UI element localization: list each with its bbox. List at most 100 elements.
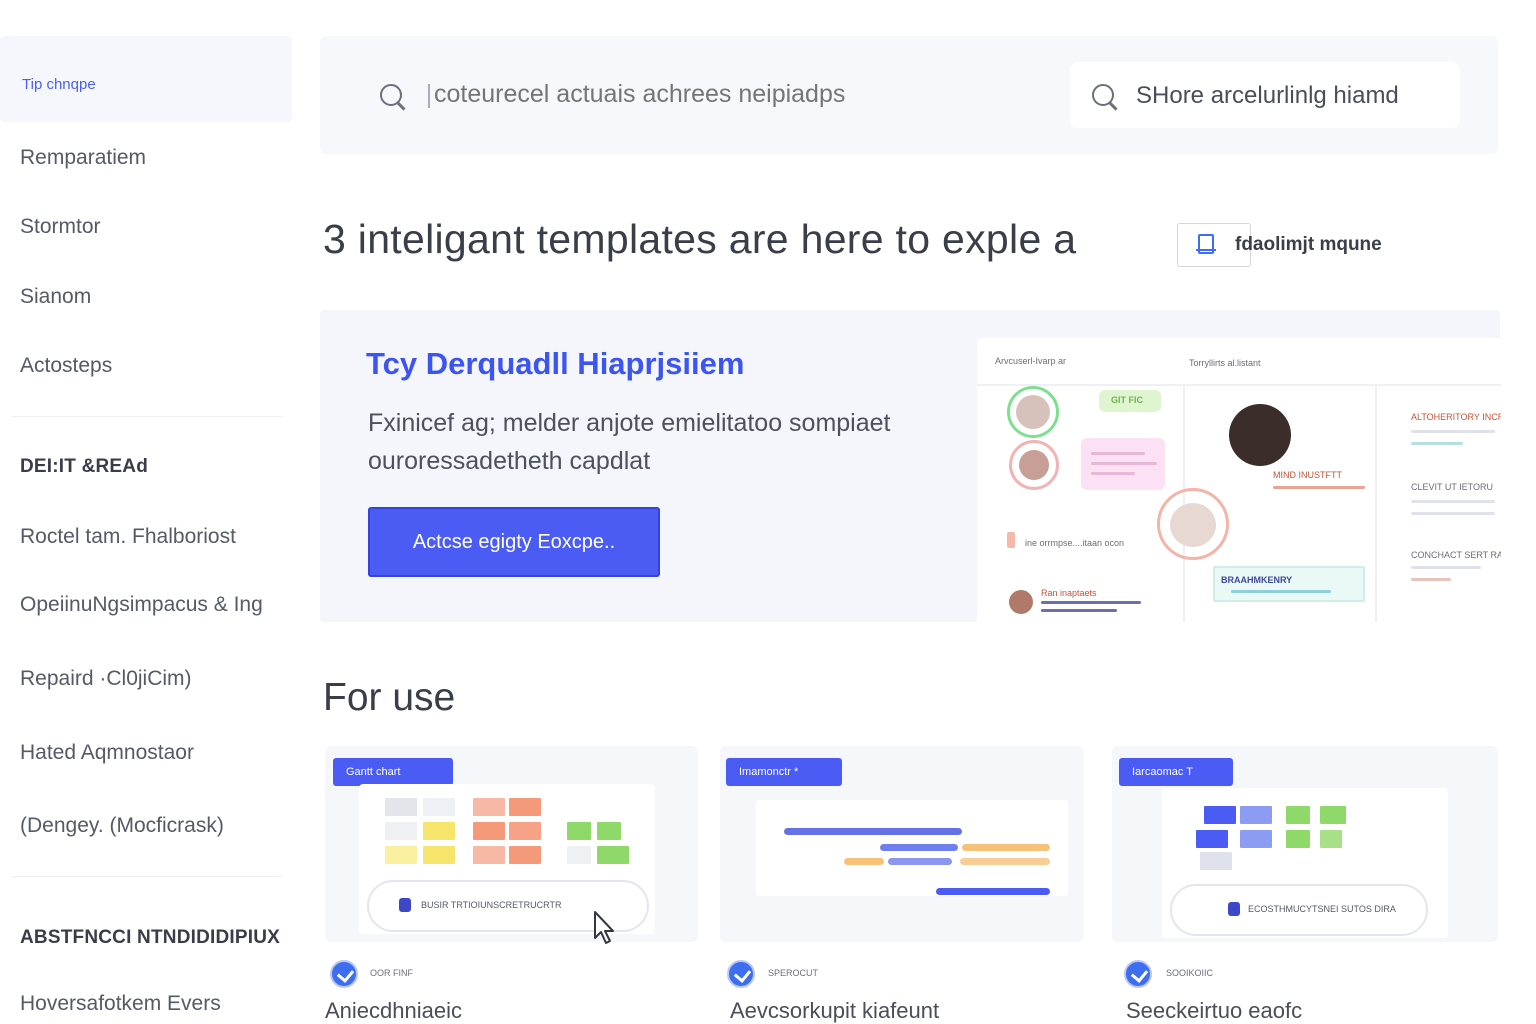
card-pill-text: ECOSTHMUCYTSNEI SUTOS DIRA <box>1248 904 1396 914</box>
hero-cta-button[interactable]: Actcse egigty Eoxcpe.. <box>368 507 660 577</box>
hero-description: Fxinicef ag; melder anjote emielitatoo s… <box>368 409 891 475</box>
pill-icon <box>399 898 411 912</box>
text-line <box>1411 500 1495 503</box>
grid-cell <box>597 846 629 864</box>
grid-cell <box>1286 830 1310 848</box>
sidebar-item[interactable]: Sianom <box>20 285 91 309</box>
verified-icon <box>1124 960 1152 988</box>
text-line <box>1273 486 1365 489</box>
sidebar-item[interactable]: Hated Aqmnostaor <box>20 741 194 765</box>
right-column-heading: CLEVIT UT IETORU <box>1411 482 1494 492</box>
text-line <box>1231 590 1331 593</box>
sidebar-item[interactable]: Stormtor <box>20 215 101 239</box>
text-line <box>1411 430 1495 433</box>
grid-cell <box>473 822 505 840</box>
verified-icon <box>727 960 755 988</box>
status-badge: GIT FIC <box>1099 390 1161 412</box>
avatar <box>1016 395 1050 429</box>
grid-cell <box>567 846 591 864</box>
grid-cell <box>385 798 417 816</box>
sidebar-item-active[interactable]: Tip chnqpe <box>0 36 292 122</box>
text-line <box>1411 512 1495 515</box>
secondary-search[interactable]: SHore arcelurlinlg hiamd <box>1070 62 1460 128</box>
grid-cell <box>509 822 541 840</box>
avatar <box>1019 450 1049 480</box>
sidebar-item[interactable]: Remparatiem <box>20 146 146 170</box>
sidebar-divider <box>12 416 282 417</box>
template-card[interactable]: Gantt chart BUSIR TRTIOIUNSCRETRUCRTR <box>325 746 698 942</box>
sidebar-divider <box>12 876 282 877</box>
sidebar-item[interactable]: Repaird ·Cl0jiCim) <box>20 667 192 691</box>
secondary-search-label: SHore arcelurlinlg hiamd <box>1136 82 1399 109</box>
headline-action-label: fdaolimjt mqune <box>1235 234 1382 255</box>
grid-cell <box>509 798 541 816</box>
page-headline: 3 inteligant templates are here to exple… <box>323 216 1077 262</box>
avatar <box>1170 503 1216 547</box>
card-title[interactable]: Seeckeirtuo eaofc <box>1126 998 1302 1024</box>
sidebar: Tip chnqpe Remparatiem Stormtor Sianom A… <box>0 0 300 1024</box>
sidebar-item[interactable]: Roctel tam. Fhalboriost <box>20 525 236 549</box>
card-search-pill: ECOSTHMUCYTSNEI SUTOS DIRA <box>1170 884 1428 936</box>
marker-icon <box>1007 532 1015 548</box>
chat-line: ine orrmpse....itaan ocon <box>1025 538 1125 548</box>
grid-cell <box>1320 830 1342 848</box>
card-title[interactable]: Aniecdhniaeic <box>325 998 462 1024</box>
sidebar-item[interactable]: OpeiinuNgsimpacus & Ing <box>20 593 263 617</box>
preview-divider <box>977 384 1501 386</box>
sidebar-item[interactable]: Hoversafotkem Evers <box>20 992 221 1016</box>
preview-header-left: Arvcuserl-Ivarp ar <box>995 356 1067 366</box>
grid-cell <box>1240 830 1272 848</box>
grid-cell <box>1196 830 1228 848</box>
avatar <box>1009 590 1033 614</box>
grid-cell <box>1200 852 1232 870</box>
timeline-bar <box>962 844 1050 851</box>
text-line <box>1091 472 1135 475</box>
preview-caption: MIND INUSTFTT <box>1273 470 1342 480</box>
grid-cell <box>385 846 417 864</box>
card-tag: Imamonctr * <box>726 758 842 786</box>
status-badge-label: GIT FIC <box>1111 395 1143 405</box>
template-card[interactable]: Iarcaomac T ECOSTHMUCYTSNEI SUTOS DIRA <box>1112 746 1498 942</box>
search-icon <box>380 84 402 106</box>
grid-cell <box>473 798 505 816</box>
card-meta: SOOIKOIIC <box>1166 968 1214 978</box>
headline-action[interactable]: fdaolimjt mqune <box>1177 223 1429 267</box>
timeline-bar <box>880 844 958 851</box>
timeline-bar <box>784 828 962 835</box>
profile-photo <box>1229 404 1291 466</box>
search-input[interactable] <box>428 80 1028 109</box>
mouse-cursor-icon <box>594 911 614 944</box>
hero-title: Tcy Derquadll Hiaprjsiiem <box>366 346 745 381</box>
pill-icon <box>1228 902 1240 916</box>
card-tag: Iarcaomac T <box>1119 758 1233 786</box>
card-meta: OOR FINF <box>370 968 413 978</box>
right-column-heading: ALTOHERITORY INCRITY <box>1411 412 1501 422</box>
text-line <box>1091 452 1145 455</box>
text-line <box>1041 609 1117 612</box>
document-icon <box>1196 234 1216 254</box>
template-card[interactable]: Imamonctr * <box>720 746 1084 942</box>
grid-cell <box>597 822 621 840</box>
grid-cell <box>1240 806 1272 824</box>
sidebar-section-heading: ABSTFNCCI NTNDIDIDIPIUX <box>20 927 281 948</box>
timeline-bar <box>960 858 1050 865</box>
grid-cell <box>1286 806 1310 824</box>
verified-icon <box>330 960 358 988</box>
card-title[interactable]: Aevcsorkupit kiafeunt <box>730 998 939 1024</box>
card-meta: SPEROCUT <box>768 968 819 978</box>
hero-preview-image: Arvcuserl-Ivarp ar Torryllirts al.listan… <box>977 338 1501 622</box>
right-column-heading: CONCHACT SERT RATO <box>1411 550 1501 560</box>
preview-divider <box>1375 386 1377 622</box>
grid-cell <box>509 846 541 864</box>
grid-cell <box>423 846 455 864</box>
sidebar-section-heading: DEI:IT &REAd <box>20 456 149 477</box>
grid-cell <box>1320 806 1346 824</box>
sidebar-item[interactable]: (Dengey. (Mocficrask) <box>20 814 224 838</box>
preview-panel: BRAAHMKENRY <box>1213 566 1365 602</box>
text-line <box>1091 462 1157 465</box>
preview-header-right: Torryllirts al.listant <box>1189 358 1261 368</box>
sidebar-item[interactable]: Actosteps <box>20 354 112 378</box>
search-icon <box>1092 84 1114 106</box>
timeline-bar <box>888 858 952 865</box>
sidebar-active-label: Tip chnqpe <box>22 76 96 93</box>
